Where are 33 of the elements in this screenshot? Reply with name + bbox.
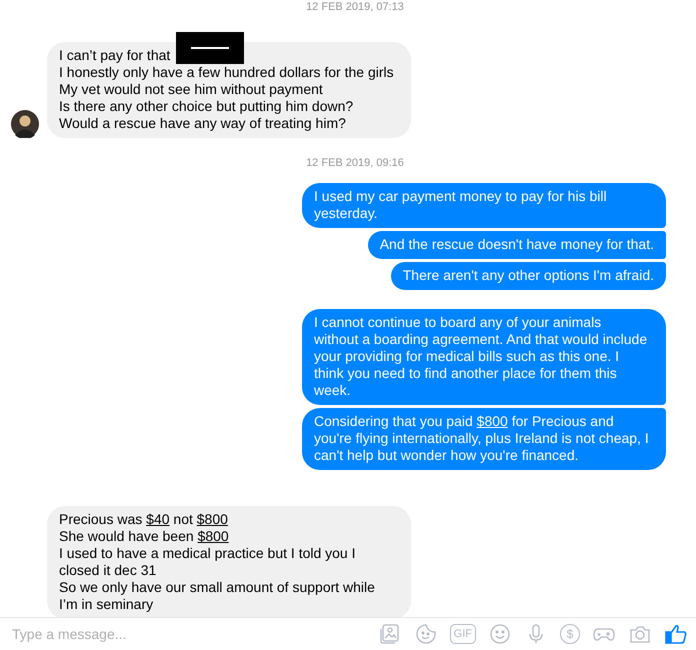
message-text: I cannot continue to board any of your animals — [314, 314, 602, 331]
message-text: There aren't any other options I'm afraid. — [402, 267, 654, 284]
amount-link[interactable]: $40 — [146, 511, 170, 527]
message-input[interactable]: Type a message... — [12, 626, 378, 642]
amount-link[interactable]: $800 — [476, 413, 508, 429]
timestamp: 12 FEB 2019, 09:16 — [306, 156, 404, 170]
message-text: I can’t pay for that — [59, 47, 170, 64]
amount-link[interactable]: $800 — [198, 528, 229, 544]
message-text: So we only have our small amount of support while — [59, 579, 375, 596]
message-text: I honestly only have a few hundred dollars for the girls — [59, 64, 394, 81]
message-text: Would a rescue have any way of treating him? — [59, 115, 346, 132]
timestamp: 12 FEB 2019, 07:13 — [306, 0, 404, 14]
message-text: think you need to find another place for them this — [314, 365, 617, 382]
message-text: I used to have a medical practice but I told you I — [59, 545, 356, 562]
message-text: Considering that you paid $800 for Precious and — [314, 413, 614, 430]
emoji-icon[interactable] — [488, 622, 512, 646]
message-text: I used my car payment money to pay for his bill — [314, 188, 607, 205]
message-text: And the rescue doesn't have money for that. — [380, 236, 654, 253]
message-text: Is there any other choice but putting him down? — [59, 98, 354, 115]
message-text: you're flying internationally, plus Ireland is not cheap, I — [314, 430, 649, 447]
message-text: your providing for medical bills such as this one. I — [314, 348, 620, 365]
message-text: without a boarding agreement. And that would include — [314, 331, 648, 348]
message-text: She would have been $800 — [59, 528, 229, 545]
thumbs-up-icon[interactable] — [664, 622, 688, 646]
message-text: can't help but wonder how you're financed. — [314, 447, 579, 464]
message-text: My vet would not see him without payment — [59, 81, 323, 98]
message-text: I’m in seminary — [59, 596, 154, 613]
message-text: closed it dec 31 — [59, 562, 156, 579]
amount-link[interactable]: $800 — [196, 511, 228, 527]
message-text: week. — [314, 382, 351, 399]
sticker-icon[interactable] — [414, 622, 438, 646]
message-text: yesterday. — [314, 205, 378, 222]
message-text: Precious was $40 not $800 — [59, 511, 228, 528]
